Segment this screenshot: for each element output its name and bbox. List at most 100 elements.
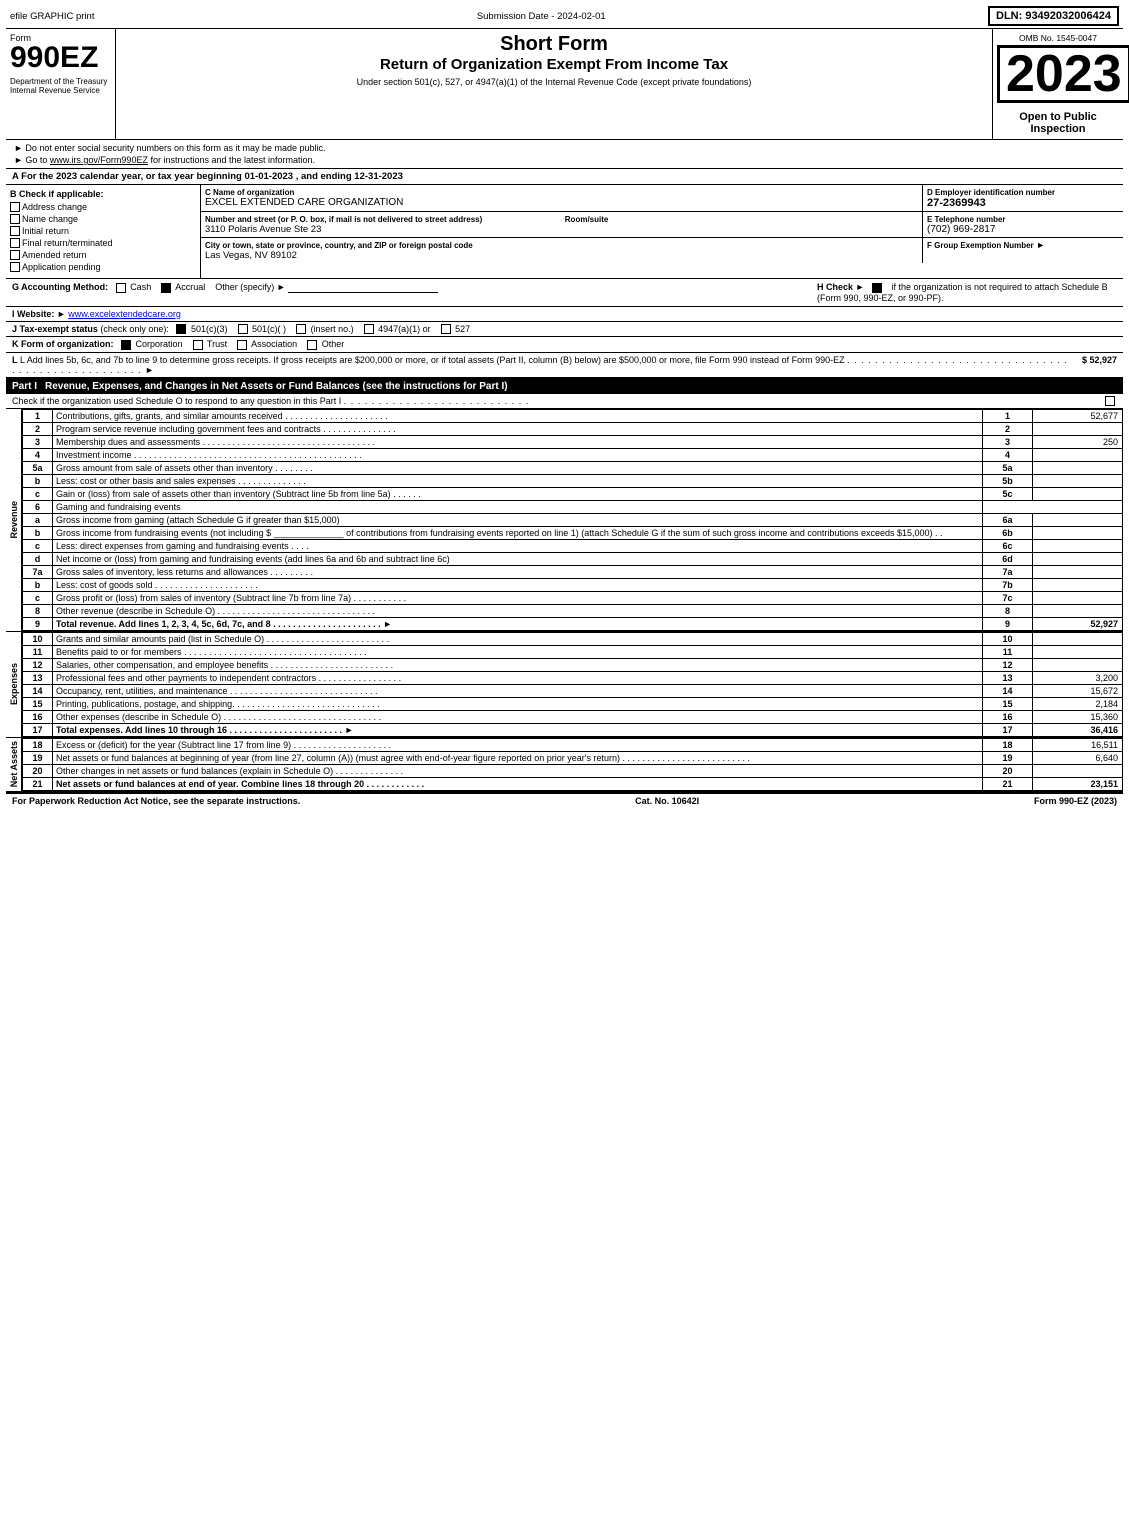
table-row: 20Other changes in net assets or fund ba… (23, 764, 1123, 777)
line-ref: 18 (983, 738, 1033, 751)
corporation-checkbox[interactable]: ✓ (121, 340, 131, 350)
line-amount: 2,184 (1033, 697, 1123, 710)
other-label: Other (specify) ► (215, 282, 285, 292)
net-assets-table: 18Excess or (deficit) for the year (Subt… (22, 738, 1123, 791)
form-number-block: Form 990EZ Department of the Treasury In… (6, 29, 116, 139)
table-row: 16Other expenses (describe in Schedule O… (23, 710, 1123, 723)
application-pending-checkbox[interactable] (10, 262, 20, 272)
table-row: 10Grants and similar amounts paid (list … (23, 632, 1123, 645)
table-row: 8Other revenue (describe in Schedule O) … (23, 604, 1123, 617)
check-line-checkbox[interactable] (1105, 396, 1115, 406)
table-row: cLess: direct expenses from gaming and f… (23, 539, 1123, 552)
initial-return-checkbox[interactable] (10, 226, 20, 236)
table-row: aGross income from gaming (attach Schedu… (23, 513, 1123, 526)
table-row: 5aGross amount from sale of assets other… (23, 461, 1123, 474)
short-form-title: Short Form (120, 33, 988, 56)
line-description: Total revenue. Add lines 1, 2, 3, 4, 5c,… (53, 617, 983, 630)
line-description: Program service revenue including govern… (53, 422, 983, 435)
table-row: bGross income from fundraising events (n… (23, 526, 1123, 539)
line-description: Printing, publications, postage, and shi… (53, 697, 983, 710)
table-row: 7aGross sales of inventory, less returns… (23, 565, 1123, 578)
line-ref: 3 (983, 435, 1033, 448)
table-row: 11Benefits paid to or for members . . . … (23, 645, 1123, 658)
line-ref: 5c (983, 487, 1033, 500)
amended-return-checkbox[interactable] (10, 250, 20, 260)
check-initial-return: Initial return (10, 226, 196, 236)
527-checkbox[interactable] (441, 324, 451, 334)
accounting-method: G Accounting Method: Cash ✓ Accrual Othe… (12, 282, 817, 293)
line-ref: 17 (983, 723, 1033, 736)
line-ref: 6d (983, 552, 1033, 565)
501c3-checkbox[interactable]: ✓ (176, 324, 186, 334)
line-description: Gross profit or (loss) from sales of inv… (53, 591, 983, 604)
table-row: 21Net assets or fund balances at end of … (23, 777, 1123, 790)
ein-label: D Employer identification number (927, 188, 1055, 197)
line-ref: 19 (983, 751, 1033, 764)
association-checkbox[interactable] (237, 340, 247, 350)
line-amount: 52,927 (1033, 617, 1123, 630)
line-number: 3 (23, 435, 53, 448)
org-city-value: Las Vegas, NV 89102 (205, 250, 297, 261)
amended-return-label: Amended return (22, 250, 87, 260)
footer-cat: Cat. No. 10642I (635, 796, 699, 806)
line-ref: 5a (983, 461, 1033, 474)
line-number: 6 (23, 500, 53, 513)
address-change-checkbox[interactable] (10, 202, 20, 212)
website-label: I Website: ► (12, 309, 66, 319)
g-label: G Accounting Method: (12, 282, 108, 292)
org-address-label: Number and street (or P. O. box, if mail… (205, 215, 482, 224)
insert-checkbox[interactable] (296, 324, 306, 334)
org-name-label: C Name of organization (205, 188, 294, 197)
expenses-table: 10Grants and similar amounts paid (list … (22, 632, 1123, 737)
irs-url[interactable]: www.irs.gov/Form990EZ (50, 155, 148, 165)
line-number: 21 (23, 777, 53, 790)
line-description: Occupancy, rent, utilities, and maintena… (53, 684, 983, 697)
line-number: 15 (23, 697, 53, 710)
group-ex-label: F Group Exemption Number (927, 241, 1034, 250)
line-number: 13 (23, 671, 53, 684)
cash-checkbox[interactable] (116, 283, 126, 293)
final-return-checkbox[interactable] (10, 238, 20, 248)
h-checkbox[interactable]: ✓ (872, 283, 882, 293)
table-row: bLess: cost or other basis and sales exp… (23, 474, 1123, 487)
table-row: 3Membership dues and assessments . . . .… (23, 435, 1123, 448)
website-url[interactable]: www.excelextendedcare.org (68, 309, 181, 319)
line-amount (1033, 591, 1123, 604)
part1-title: Revenue, Expenses, and Changes in Net As… (45, 381, 360, 392)
net-assets-lines: 18Excess or (deficit) for the year (Subt… (22, 738, 1123, 791)
k-row: K Form of organization: ✓ Corporation Tr… (6, 337, 1123, 353)
line-amount (1033, 658, 1123, 671)
line-ref: 8 (983, 604, 1033, 617)
table-row: 17Total expenses. Add lines 10 through 1… (23, 723, 1123, 736)
line-amount: 3,200 (1033, 671, 1123, 684)
table-row: 13Professional fees and other payments t… (23, 671, 1123, 684)
name-change-checkbox[interactable] (10, 214, 20, 224)
line-number: 5a (23, 461, 53, 474)
line-amount: 52,677 (1033, 409, 1123, 422)
line-amount (1033, 604, 1123, 617)
line-description: Other changes in net assets or fund bala… (53, 764, 983, 777)
accrual-checkbox[interactable]: ✓ (161, 283, 171, 293)
title-section: Form 990EZ Department of the Treasury In… (6, 29, 1123, 140)
other-form-checkbox[interactable] (307, 340, 317, 350)
room-label: Room/suite (565, 215, 609, 224)
line-amount (1033, 448, 1123, 461)
line-amount: 250 (1033, 435, 1123, 448)
line-ref: 12 (983, 658, 1033, 671)
line-description: Gross sales of inventory, less returns a… (53, 565, 983, 578)
line-number: 10 (23, 632, 53, 645)
other-form-label: Other (322, 339, 345, 349)
subtitle: Under section 501(c), 527, or 4947(a)(1)… (120, 77, 988, 87)
501c-checkbox[interactable] (238, 324, 248, 334)
line-amount (1033, 487, 1123, 500)
4947a1-checkbox[interactable] (364, 324, 374, 334)
line-description: Investment income . . . . . . . . . . . … (53, 448, 983, 461)
h-block: H Check ► ✓ if the organization is not r… (817, 282, 1117, 303)
trust-checkbox[interactable] (193, 340, 203, 350)
line-description: Net assets or fund balances at end of ye… (53, 777, 983, 790)
line-number: 9 (23, 617, 53, 630)
501c3-label: 501(c)(3) (191, 324, 228, 334)
line-ref: 13 (983, 671, 1033, 684)
org-address-row: Number and street (or P. O. box, if mail… (201, 212, 1123, 238)
expenses-side-bar: Expenses (6, 632, 22, 737)
